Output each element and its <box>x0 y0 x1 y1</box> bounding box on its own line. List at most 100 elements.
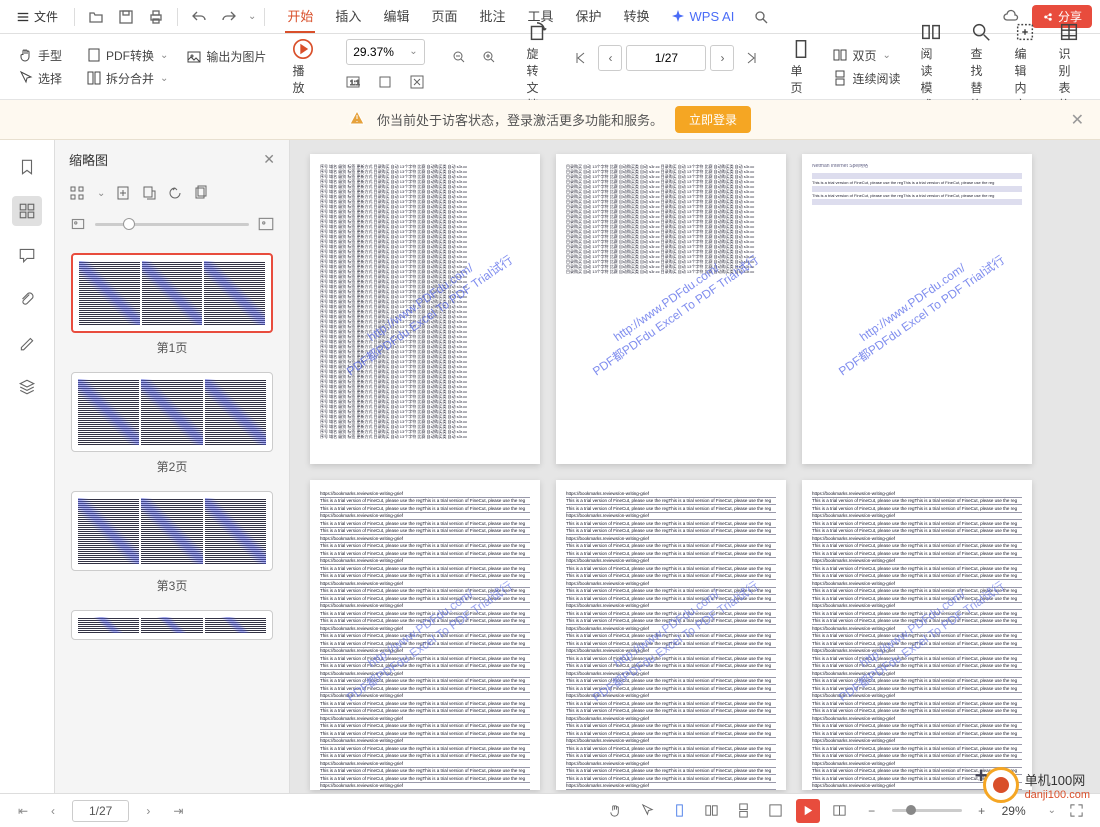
document-page: 序号 域名 级别 标签 更新方式 目录购买 自动 13个字符 比赛 自动购买类 … <box>310 154 540 464</box>
wps-ai[interactable]: WPS AI <box>670 9 735 25</box>
zoom-dropdown[interactable]: ⌄ <box>1048 805 1056 816</box>
double-page[interactable]: 双页⌄ <box>828 45 904 66</box>
fit-icon[interactable] <box>764 799 788 823</box>
thumbs-list[interactable]: 第1页 第2页 第3页 <box>55 245 289 793</box>
single-page[interactable]: 单页 <box>780 34 822 100</box>
image-large-icon <box>257 215 275 233</box>
thumbs-toolbar: ⌄ <box>55 179 289 207</box>
undo-icon[interactable] <box>186 4 212 30</box>
thumb-page-1[interactable]: 第1页 <box>71 253 273 356</box>
login-button[interactable]: 立即登录 <box>675 106 751 133</box>
thumb-page-3[interactable]: 第3页 <box>71 491 273 594</box>
select-tool[interactable]: 选择 <box>14 68 66 89</box>
nav-prev[interactable]: ‹ <box>598 45 622 71</box>
nav-prev[interactable]: ‹ <box>42 800 64 822</box>
tab-page[interactable]: 页面 <box>429 0 459 33</box>
thumbs-size-slider[interactable] <box>95 223 249 226</box>
save-icon[interactable] <box>113 4 139 30</box>
image-small-icon <box>69 215 87 233</box>
sidebar <box>0 140 55 793</box>
nav-first[interactable]: ⇤ <box>12 800 34 822</box>
ai-icon <box>670 9 686 25</box>
thumb-page-2[interactable]: 第2页 <box>71 372 273 475</box>
select-icon[interactable] <box>636 799 660 823</box>
continuous-read[interactable]: 连续阅读 <box>828 68 904 89</box>
zoom-in-icon[interactable] <box>476 44 502 70</box>
play-status-icon[interactable] <box>796 799 820 823</box>
fit-width-icon[interactable]: 1:1 <box>340 69 366 95</box>
actual-size-icon[interactable] <box>404 69 430 95</box>
document-page: https://bookmarks.reviews/on-writing-gri… <box>310 480 540 790</box>
tab-start[interactable]: 开始 <box>285 0 315 33</box>
export-image[interactable]: 输出为图片 <box>182 46 270 67</box>
sidebar-attachments[interactable] <box>12 284 42 314</box>
nav-last[interactable]: ⇥ <box>167 800 189 822</box>
target-icon <box>983 767 1019 803</box>
menu-tabs: 开始 插入 编辑 页面 批注 工具 保护 转换 <box>285 0 651 33</box>
sidebar-signature[interactable] <box>12 328 42 358</box>
zoom-out-icon[interactable] <box>446 44 472 70</box>
extract-icon[interactable] <box>141 185 157 201</box>
search-icon[interactable] <box>748 4 774 30</box>
hand-tool[interactable]: 手型 <box>14 45 66 66</box>
zoom-slider[interactable] <box>892 809 962 812</box>
file-menu[interactable]: 文件 <box>8 4 66 29</box>
page-input[interactable] <box>626 45 706 71</box>
close-icon[interactable]: ✕ <box>263 151 275 168</box>
nav-first-icon[interactable] <box>568 45 594 71</box>
read-icon[interactable] <box>828 799 852 823</box>
thumb-page-4[interactable] <box>71 610 273 640</box>
pdf-convert[interactable]: PDF转换⌄ <box>82 45 172 66</box>
chevron-down-icon[interactable]: ⌄ <box>409 46 417 57</box>
divider <box>177 8 178 26</box>
grid-icon[interactable] <box>69 185 85 201</box>
nav-last-icon[interactable] <box>738 45 764 71</box>
thumbs-zoom <box>55 207 289 245</box>
document-page: https://bookmarks.reviews/on-writing-gri… <box>802 480 1032 790</box>
rotate-page-icon[interactable] <box>167 185 183 201</box>
split-merge[interactable]: 拆分合并⌄ <box>82 68 172 89</box>
nav-next[interactable]: › <box>710 45 734 71</box>
close-icon[interactable]: ✕ <box>1071 110 1084 130</box>
thumbs-title: 缩略图 <box>69 150 108 169</box>
tab-insert[interactable]: 插入 <box>333 0 363 33</box>
zoom-field[interactable] <box>353 45 401 59</box>
zoom-out-status[interactable]: − <box>860 799 884 823</box>
menu-icon <box>16 10 30 24</box>
main-area: 缩略图 ✕ ⌄ 第1页 第2页 <box>0 140 1100 793</box>
add-page-icon[interactable] <box>115 185 131 201</box>
hand-icon[interactable] <box>604 799 628 823</box>
translate-icon[interactable]: A文 <box>1096 68 1100 94</box>
fit-page-icon[interactable] <box>372 69 398 95</box>
document-page: Netman Internet Spe网络 This is a trial ve… <box>802 154 1032 464</box>
sidebar-comments[interactable] <box>12 240 42 270</box>
thumbnails-panel: 缩略图 ✕ ⌄ 第1页 第2页 <box>55 140 290 793</box>
zoom-input[interactable]: ⌄ <box>346 39 424 65</box>
tab-edit[interactable]: 编辑 <box>381 0 411 33</box>
dropdown-icon[interactable]: ⌄ <box>248 11 256 22</box>
tab-annotate[interactable]: 批注 <box>477 0 507 33</box>
tab-protect[interactable]: 保护 <box>574 0 604 33</box>
view-double-icon[interactable] <box>700 799 724 823</box>
open-icon[interactable] <box>83 4 109 30</box>
view-single-icon[interactable] <box>668 799 692 823</box>
sidebar-layers[interactable] <box>12 372 42 402</box>
print-icon[interactable] <box>143 4 169 30</box>
status-page[interactable]: 1/27 <box>72 800 129 822</box>
overlay-watermark: + 单机100网 danji100.com <box>983 767 1090 803</box>
play-button[interactable]: 播放 <box>282 34 324 100</box>
document-page: https://bookmarks.reviews/on-writing-gri… <box>556 480 786 790</box>
file-label: 文件 <box>34 8 58 25</box>
copy-icon[interactable] <box>193 185 209 201</box>
text-tool-icon[interactable]: 词 <box>1096 40 1100 66</box>
view-continuous-icon[interactable] <box>732 799 756 823</box>
sidebar-thumbnails[interactable] <box>12 196 42 226</box>
sidebar-bookmark[interactable] <box>12 152 42 182</box>
tab-convert[interactable]: 转换 <box>622 0 652 33</box>
document-page: 目录购买 自动 13个字符 比赛 自动购买类 自动 s3r.cc 目录购买 自动… <box>556 154 786 464</box>
redo-icon[interactable] <box>216 4 242 30</box>
svg-text:1:1: 1:1 <box>350 80 360 87</box>
document-viewer[interactable]: 序号 域名 级别 标签 更新方式 目录购买 自动 13个字符 比赛 自动购买类 … <box>290 140 1100 793</box>
warning-icon <box>349 110 365 129</box>
nav-next[interactable]: › <box>137 800 159 822</box>
